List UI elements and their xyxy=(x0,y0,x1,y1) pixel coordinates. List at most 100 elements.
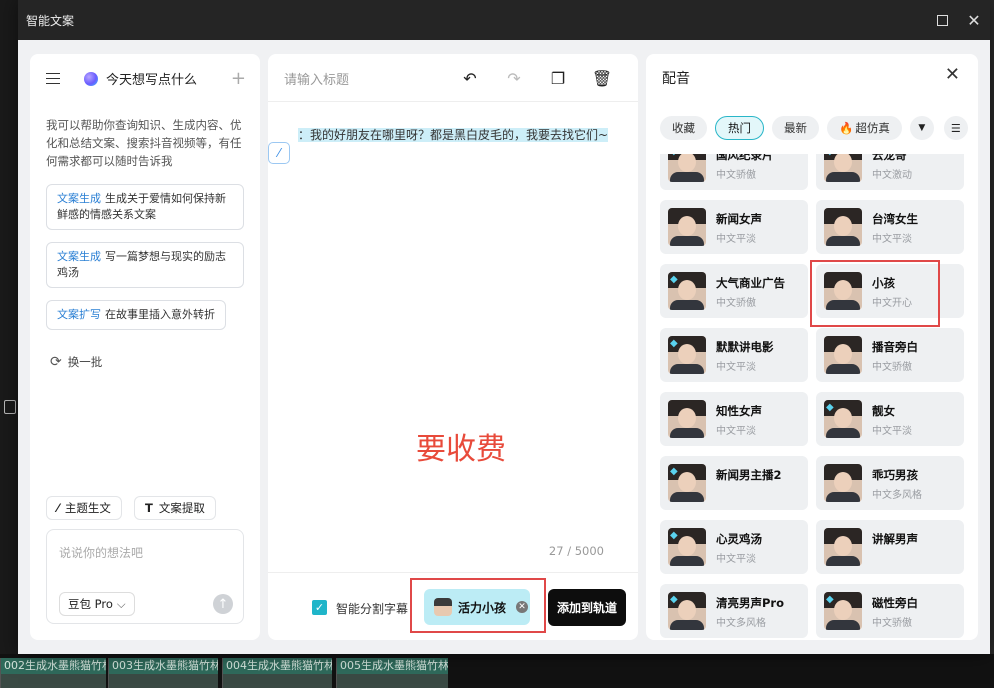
magic-wand-icon: ⁄ xyxy=(57,501,59,515)
voice-name: 新闻男主播2 xyxy=(716,468,782,482)
voice-card[interactable]: ◆ 心灵鸡汤 中文平淡 xyxy=(660,520,808,574)
voice-card[interactable]: 新闻女声 中文平淡 xyxy=(660,200,808,254)
filter-favorites[interactable]: 收藏 xyxy=(660,116,707,140)
voice-card[interactable]: 台湾女生 中文平淡 xyxy=(816,200,964,254)
prompt-input[interactable]: 说说你的想法吧 豆包 Pro ⌵ ↑ xyxy=(46,529,244,624)
voice-name: 乖巧男孩 xyxy=(872,468,918,482)
voice-desc: 中文骄傲 xyxy=(716,298,756,309)
clip-label: 002生成水墨熊猫竹林场 xyxy=(1,658,106,674)
voice-name: 知性女声 xyxy=(716,404,762,418)
voice-grid: ◆国风纪录片中文骄傲◆云龙哥中文激动新闻女声中文平淡台湾女生中文平淡◆大气商业广… xyxy=(660,154,970,640)
avatar-body xyxy=(826,236,860,246)
voice-avatar: ◆ xyxy=(824,154,862,182)
voice-avatar xyxy=(824,464,862,502)
voice-name: 大气商业广告 xyxy=(716,276,785,290)
voice-card[interactable]: ◆ 默默讲电影 中文平淡 xyxy=(660,328,808,382)
voice-desc: 中文多风格 xyxy=(872,490,922,501)
close-window-button[interactable]: ✕ xyxy=(958,0,990,40)
close-icon[interactable]: ✕ xyxy=(945,64,960,85)
script-text: ：我的好朋友在哪里呀？都是黑白皮毛的，我要去找它们~ xyxy=(298,128,609,142)
maximize-button[interactable] xyxy=(926,0,958,40)
avatar-body xyxy=(670,300,704,310)
fire-icon: 🔥 xyxy=(839,121,854,135)
title-bar: 智能文案 ✕ xyxy=(18,0,990,40)
avatar-body xyxy=(670,556,704,566)
suggestion-tag: 文案生成 xyxy=(57,250,101,263)
voice-card[interactable]: 讲解男声 xyxy=(816,520,964,574)
voice-card[interactable]: ◆ 大气商业广告 中文骄傲 xyxy=(660,264,808,318)
voice-avatar xyxy=(824,208,862,246)
refresh-button[interactable]: ⟳ 换一批 xyxy=(50,354,102,370)
subtitle-checkbox[interactable]: ✓ xyxy=(312,600,327,615)
voice-avatar: ◆ xyxy=(668,154,706,182)
voice-name: 靓女 xyxy=(872,404,895,418)
avatar-body xyxy=(670,620,704,630)
assistant-intro: 我可以帮助你查询知识、生成内容、优化和总结文案、搜索抖音视频等，有任何需求都可以… xyxy=(46,118,242,168)
timeline-clip[interactable]: 003生成水墨熊猫竹林场 xyxy=(108,658,218,688)
avatar-face xyxy=(678,154,696,172)
clip-label: 003生成水墨熊猫竹林场 xyxy=(109,658,218,674)
avatar-body xyxy=(670,492,704,502)
voice-card[interactable]: ◆ 清亮男声Pro 中文多风格 xyxy=(660,584,808,638)
add-to-track-button[interactable]: 添加到轨道 xyxy=(548,589,626,626)
timeline-clip[interactable]: 002生成水墨熊猫竹林场 xyxy=(0,658,106,688)
prompt-placeholder: 说说你的想法吧 xyxy=(59,546,144,560)
suggestion-text: 在故事里插入意外转折 xyxy=(105,308,215,321)
voice-card[interactable]: 知性女声 中文平淡 xyxy=(660,392,808,446)
char-counter: 27 / 5000 xyxy=(548,544,604,558)
voice-card[interactable]: ◆ 云龙哥中文激动 xyxy=(816,154,964,190)
annotation-text: 要收费 xyxy=(416,432,506,467)
voice-card[interactable]: 播音旁白 中文骄傲 xyxy=(816,328,964,382)
voice-name: 磁性旁白 xyxy=(872,596,918,610)
suggestion-item[interactable]: 文案生成 写一篇梦想与现实的励志鸡汤 xyxy=(46,242,244,288)
model-select[interactable]: 豆包 Pro ⌵ xyxy=(59,592,135,616)
voice-card[interactable]: 乖巧男孩 中文多风格 xyxy=(816,456,964,510)
voice-name: 播音旁白 xyxy=(872,340,918,354)
diamond-icon: ◆ xyxy=(670,154,678,157)
avatar-face xyxy=(834,600,852,620)
voice-card[interactable]: ◆ 磁性旁白 中文骄傲 xyxy=(816,584,964,638)
extract-copy-button[interactable]: T 文案提取 xyxy=(134,496,216,520)
voice-avatar: ◆ xyxy=(824,592,862,630)
redo-icon[interactable]: ↷ xyxy=(492,69,536,88)
voice-card[interactable]: ◆ 国风纪录片中文骄傲 xyxy=(660,154,808,190)
check-icon: ✓ xyxy=(314,601,325,614)
voice-desc: 中文多风格 xyxy=(716,618,766,629)
avatar-face xyxy=(678,600,696,620)
send-button[interactable]: ↑ xyxy=(213,594,233,614)
voice-avatar: ◆ xyxy=(668,528,706,566)
avatar-body xyxy=(826,172,860,182)
new-chat-icon[interactable]: + xyxy=(231,68,246,89)
title-input[interactable]: 请输入标题 xyxy=(284,69,448,88)
assistant-panel: 今天想写点什么 + 我可以帮助你查询知识、生成内容、优化和总结文案、搜索抖音视频… xyxy=(30,54,260,640)
copy-icon[interactable]: ❐ xyxy=(536,69,580,88)
avatar-body xyxy=(670,428,704,438)
menu-icon[interactable] xyxy=(46,73,60,84)
filter-ultra-real[interactable]: 🔥 超仿真 xyxy=(827,116,902,140)
magic-wand-icon[interactable]: ⁄ xyxy=(268,142,290,164)
filter-label: 超仿真 xyxy=(855,121,890,135)
chevron-down-icon: ⌵ xyxy=(116,596,126,611)
editor-panel: 请输入标题 ↶ ↷ ❐ 🗑 ⁄ ：我的好朋友在哪里呀？都是黑白皮毛的，我要去找它… xyxy=(268,54,638,640)
chip-label: 文案提取 xyxy=(158,501,205,515)
undo-icon[interactable]: ↶ xyxy=(448,69,492,88)
more-filters-dropdown[interactable]: ▼ xyxy=(909,116,934,140)
sort-filter-icon[interactable]: ☰ xyxy=(943,116,968,140)
voice-desc: 中文平淡 xyxy=(872,234,912,245)
suggestion-item[interactable]: 文案生成 生成关于爱情如何保持新鲜感的情感关系文案 xyxy=(46,184,244,230)
avatar-face xyxy=(834,216,852,236)
filter-latest[interactable]: 最新 xyxy=(772,116,819,140)
timeline-clip[interactable]: 005生成水墨熊猫竹林场 xyxy=(336,658,448,688)
filter-hot[interactable]: 热门 xyxy=(715,116,764,140)
suggestion-item[interactable]: 文案扩写 在故事里插入意外转折 xyxy=(46,300,226,330)
timeline-clip[interactable]: 004生成水墨熊猫竹林场 xyxy=(222,658,332,688)
script-content[interactable]: ：我的好朋友在哪里呀？都是黑白皮毛的，我要去找它们~ xyxy=(298,126,618,144)
clip-label: 004生成水墨熊猫竹林场 xyxy=(223,658,332,674)
topic-generate-button[interactable]: ⁄ 主题生文 xyxy=(46,496,122,520)
voice-card[interactable]: ◆ 靓女 中文平淡 xyxy=(816,392,964,446)
assistant-heading: 今天想写点什么 xyxy=(106,73,198,88)
voice-card[interactable]: ◆ 新闻男主播2 xyxy=(660,456,808,510)
trash-icon[interactable]: 🗑 xyxy=(580,69,624,88)
voice-avatar: ◆ xyxy=(668,336,706,374)
voice-name: 心灵鸡汤 xyxy=(716,532,762,546)
